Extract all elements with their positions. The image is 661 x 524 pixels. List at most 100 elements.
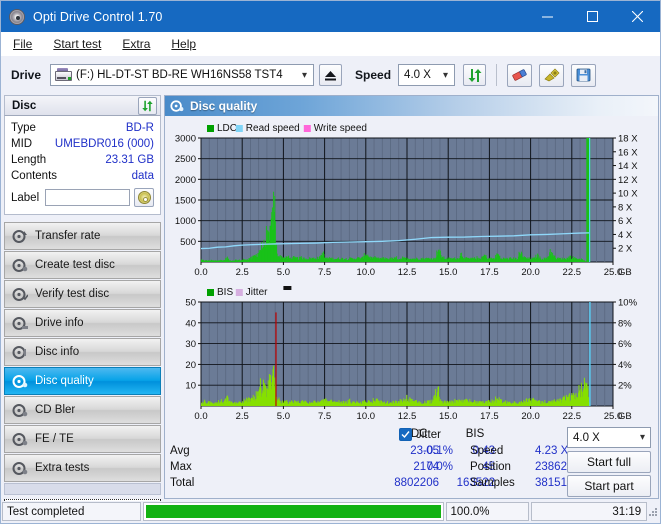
menu-bar: File Start test Extra Help [1,32,660,56]
svg-text:7.5: 7.5 [318,267,331,278]
start-part-button[interactable]: Start part [567,475,651,497]
stats-row-label-total: Total [170,477,194,489]
resize-grip-icon[interactable] [647,506,659,518]
nav-list: Transfer rate Create test disc Verify te… [4,222,161,519]
menu-help[interactable]: Help [162,35,205,53]
chevron-down-icon: ▾ [443,70,448,81]
disc-length-value: 23.31 GB [105,154,154,166]
app-disc-icon [9,9,25,25]
svg-text:20.0: 20.0 [521,411,540,422]
stats-col-header-bis: BIS [455,428,495,440]
app-window: Opti Drive Control 1.70 File Start test … [0,0,661,524]
menu-help-label: Help [171,37,196,51]
jitter-checkbox[interactable] [399,428,412,441]
disc-row-contents: Contents data [11,168,154,184]
disc-panel-title: Disc [12,100,36,112]
svg-text:17.5: 17.5 [480,411,499,422]
drive-settings-button[interactable] [539,64,564,87]
svg-text:12 X: 12 X [618,175,638,186]
svg-text:12.5: 12.5 [398,411,417,422]
eject-button[interactable] [319,64,342,86]
close-button[interactable] [615,1,660,32]
svg-text:Read speed: Read speed [246,123,300,134]
sidebar-item-cd-bler[interactable]: CD Bler [4,396,161,424]
svg-text:4%: 4% [618,360,632,371]
svg-text:2000: 2000 [175,175,196,186]
drive-label: Drive [11,68,41,82]
position-label: Position [470,461,511,473]
svg-text:500: 500 [180,237,196,248]
disc-quality-icon [170,99,184,113]
disc-burn-icon [12,258,28,273]
toolbar: Drive (F:) HL-DT-ST BD-RE WH16NS58 TST4 … [1,56,660,94]
disc-quality-icon [12,374,28,389]
start-full-button[interactable]: Start full [567,451,651,473]
speed-result-label: Speed [470,445,503,457]
disc-fete-icon [12,432,28,447]
menu-start-test[interactable]: Start test [44,35,110,53]
menu-extra[interactable]: Extra [113,35,159,53]
disc-contents-label: Contents [11,170,57,182]
svg-text:BIS: BIS [217,287,233,298]
stats-total-ldc: 8802206 [359,477,439,489]
minimize-button[interactable] [525,1,570,32]
save-results-button[interactable] [571,64,596,87]
drive-select[interactable]: (F:) HL-DT-ST BD-RE WH16NS58 TST4 ▾ [50,64,314,86]
menu-file[interactable]: File [4,35,41,53]
content-panel: Disc quality 500100015002000250030002 X4… [164,95,659,499]
svg-text:1500: 1500 [175,196,196,207]
sidebar-item-label: Extra tests [35,462,89,474]
svg-text:12.5: 12.5 [398,267,417,278]
maximize-button[interactable] [570,1,615,32]
test-speed-select[interactable]: 4.0 X ▾ [567,427,651,448]
svg-text:7.5: 7.5 [318,411,331,422]
sidebar-item-label: Verify test disc [35,288,109,300]
sidebar-item-transfer-rate[interactable]: Transfer rate [4,222,161,250]
svg-text:50: 50 [185,298,196,309]
svg-text:22.5: 22.5 [563,411,582,422]
disc-row-length: Length 23.31 GB [11,152,154,168]
eject-icon [324,69,337,82]
svg-text:2 X: 2 X [618,244,633,255]
svg-text:6 X: 6 X [618,216,633,227]
samples-label: Samples [470,477,515,489]
status-message: Test completed [2,502,141,521]
disc-info-box: Type BD-R MID UMEBDR016 (000) Length 23.… [4,116,161,215]
svg-text:2.5: 2.5 [236,411,249,422]
disc-label-caption: Label [11,192,39,204]
floppy-save-icon [576,68,591,82]
sidebar-item-disc-quality[interactable]: Disc quality [4,367,161,395]
disc-row-mid: MID UMEBDR016 (000) [11,136,154,152]
toolbar-actions [507,64,596,87]
check-icon [401,430,410,439]
svg-text:4 X: 4 X [618,230,633,241]
sidebar-item-label: CD Bler [35,404,75,416]
sidebar-item-disc-info[interactable]: Disc info [4,338,161,366]
disc-drive-icon [12,316,28,331]
svg-text:30: 30 [185,339,196,350]
svg-text:20: 20 [185,360,196,371]
sidebar-item-verify-test-disc[interactable]: Verify test disc [4,280,161,308]
svg-text:1000: 1000 [175,216,196,227]
erase-disc-button[interactable] [507,64,532,87]
sidebar-item-extra-tests[interactable]: Extra tests [4,454,161,482]
svg-text:10.0: 10.0 [357,267,376,278]
svg-text:14 X: 14 X [618,161,638,172]
sidebar-item-label: Disc quality [35,375,94,387]
disc-label-button[interactable] [134,188,154,207]
chevron-down-icon: ▾ [640,432,645,443]
refresh-button[interactable] [463,64,486,86]
speed-select[interactable]: 4.0 X ▾ [398,64,455,86]
title-bar: Opti Drive Control 1.70 [1,1,660,32]
sidebar-item-label: Transfer rate [35,230,100,242]
optical-drive-icon [55,68,72,83]
menu-file-label: File [13,37,32,51]
sidebar-item-fe-te[interactable]: FE / TE [4,425,161,453]
disc-bler-icon [12,403,28,418]
sidebar-item-create-test-disc[interactable]: Create test disc [4,251,161,279]
disc-refresh-button[interactable] [138,97,157,115]
disc-verify-icon [12,287,28,302]
sidebar-item-drive-info[interactable]: Drive info [4,309,161,337]
svg-text:10%: 10% [618,298,638,309]
disc-label-input[interactable] [45,189,130,206]
